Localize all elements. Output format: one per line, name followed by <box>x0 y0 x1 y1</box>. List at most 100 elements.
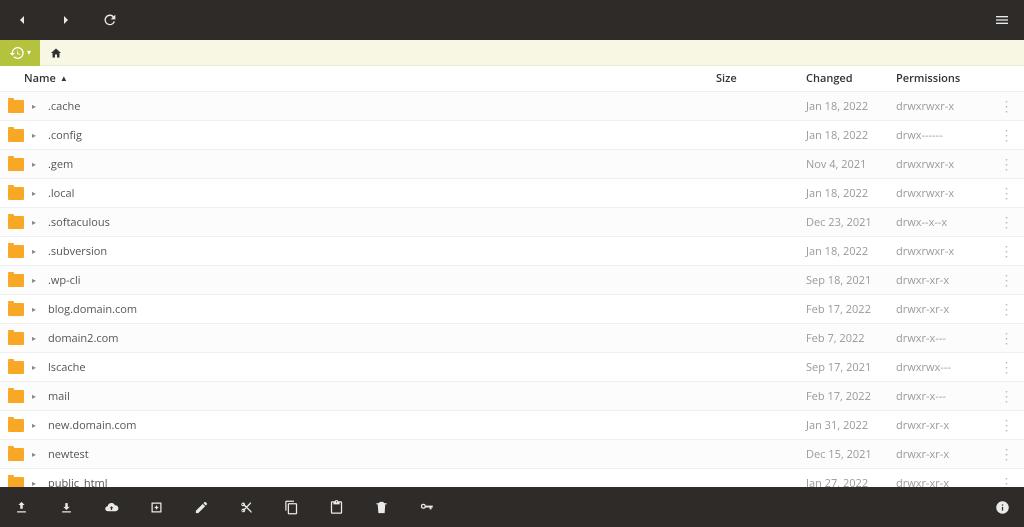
new-item-button[interactable] <box>149 500 164 515</box>
name-cell: ▸ newtest <box>8 447 716 462</box>
table-row[interactable]: ▸ .config Jan 18, 2022drwx------⋮ <box>0 121 1024 150</box>
expand-caret-icon[interactable]: ▸ <box>32 188 40 199</box>
file-name[interactable]: new.domain.com <box>48 418 136 433</box>
file-name[interactable]: newtest <box>48 447 89 462</box>
table-row[interactable]: ▸.wp-cliSep 18, 2021drwxr-xr-x⋮ <box>0 266 1024 295</box>
row-actions-button[interactable]: ⋮ <box>996 97 1016 116</box>
row-actions-button[interactable]: ⋮ <box>996 126 1016 145</box>
name-cell: ▸ .local <box>8 186 716 201</box>
row-actions-button[interactable]: ⋮ <box>996 329 1016 348</box>
table-row[interactable]: ▸.cacheJan 18, 2022drwxrwxr-x⋮ <box>0 92 1024 121</box>
expand-caret-icon[interactable]: ▸ <box>32 449 40 460</box>
expand-caret-icon[interactable]: ▸ <box>32 420 40 431</box>
file-name[interactable]: .gem <box>48 157 73 172</box>
download-button[interactable] <box>59 500 74 515</box>
permissions-button[interactable] <box>419 500 434 515</box>
file-name[interactable]: .subversion <box>48 244 107 259</box>
file-name[interactable]: mail <box>48 389 70 404</box>
expand-caret-icon[interactable]: ▸ <box>32 478 40 488</box>
row-actions-button[interactable]: ⋮ <box>996 358 1016 377</box>
folder-icon <box>8 477 24 488</box>
folder-icon <box>8 448 24 461</box>
back-button[interactable] <box>10 8 34 32</box>
cut-button[interactable] <box>239 500 254 515</box>
changed-cell: Jan 18, 2022 <box>806 128 896 143</box>
file-name[interactable]: .softaculous <box>48 215 110 230</box>
folder-icon <box>8 187 24 200</box>
file-name[interactable]: .wp-cli <box>48 273 81 288</box>
cloud-upload-button[interactable] <box>104 500 119 515</box>
header-name[interactable]: Name ▲ <box>8 71 716 86</box>
table-row[interactable]: ▸.localJan 18, 2022drwxrwxr-x⋮ <box>0 179 1024 208</box>
table-row[interactable]: ▸.softaculousDec 23, 2021drwx--x--x⋮ <box>0 208 1024 237</box>
expand-caret-icon[interactable]: ▸ <box>32 101 40 112</box>
table-row[interactable]: ▸new.domain.comJan 31, 2022drwxr-xr-x⋮ <box>0 411 1024 440</box>
expand-caret-icon[interactable]: ▸ <box>32 217 40 228</box>
table-row[interactable]: ▸.gemNov 4, 2021drwxrwxr-x⋮ <box>0 150 1024 179</box>
table-row[interactable]: ▸mailFeb 17, 2022drwxr-x---⋮ <box>0 382 1024 411</box>
expand-caret-icon[interactable]: ▸ <box>32 333 40 344</box>
name-cell: ▸ .softaculous <box>8 215 716 230</box>
expand-caret-icon[interactable]: ▸ <box>32 391 40 402</box>
file-list: ▸.cacheJan 18, 2022drwxrwxr-x⋮▸.configJa… <box>0 92 1024 487</box>
row-actions-button[interactable]: ⋮ <box>996 271 1016 290</box>
menu-button[interactable] <box>990 8 1014 32</box>
row-actions-button[interactable]: ⋮ <box>996 242 1016 261</box>
row-actions-button[interactable]: ⋮ <box>996 474 1016 488</box>
header-permissions-label: Permissions <box>896 71 960 86</box>
row-actions-button[interactable]: ⋮ <box>996 155 1016 174</box>
permissions-cell: drwxr-xr-x <box>896 447 996 462</box>
expand-caret-icon[interactable]: ▸ <box>32 304 40 315</box>
row-actions-button[interactable]: ⋮ <box>996 416 1016 435</box>
header-size[interactable]: Size <box>716 71 806 86</box>
home-breadcrumb[interactable] <box>40 42 72 64</box>
table-row[interactable]: ▸.subversionJan 18, 2022drwxrwxr-x⋮ <box>0 237 1024 266</box>
changed-cell: Dec 23, 2021 <box>806 215 896 230</box>
row-actions-button[interactable]: ⋮ <box>996 300 1016 319</box>
table-row[interactable]: ▸newtestDec 15, 2021drwxr-xr-x⋮ <box>0 440 1024 469</box>
paste-button[interactable] <box>329 500 344 515</box>
expand-caret-icon[interactable]: ▸ <box>32 159 40 170</box>
file-name[interactable]: .local <box>48 186 74 201</box>
folder-icon <box>8 158 24 171</box>
table-row[interactable]: ▸domain2.comFeb 7, 2022drwxr-x---⋮ <box>0 324 1024 353</box>
expand-caret-icon[interactable]: ▸ <box>32 275 40 286</box>
file-name[interactable]: public_html <box>48 476 107 488</box>
refresh-button[interactable] <box>98 8 122 32</box>
file-name[interactable]: domain2.com <box>48 331 118 346</box>
file-name[interactable]: .config <box>48 128 82 143</box>
changed-cell: Feb 17, 2022 <box>806 389 896 404</box>
permissions-cell: drwxrwx--- <box>896 360 996 375</box>
upload-button[interactable] <box>14 500 29 515</box>
permissions-cell: drwx------ <box>896 128 996 143</box>
edit-button[interactable] <box>194 500 209 515</box>
file-name[interactable]: lscache <box>48 360 86 375</box>
folder-icon <box>8 303 24 316</box>
expand-caret-icon[interactable]: ▸ <box>32 246 40 257</box>
changed-cell: Jan 27, 2022 <box>806 476 896 488</box>
name-cell: ▸ .config <box>8 128 716 143</box>
delete-button[interactable] <box>374 500 389 515</box>
changed-cell: Feb 17, 2022 <box>806 302 896 317</box>
file-name[interactable]: blog.domain.com <box>48 302 137 317</box>
table-row[interactable]: ▸blog.domain.comFeb 17, 2022drwxr-xr-x⋮ <box>0 295 1024 324</box>
forward-button[interactable] <box>54 8 78 32</box>
row-actions-button[interactable]: ⋮ <box>996 213 1016 232</box>
row-actions-button[interactable]: ⋮ <box>996 445 1016 464</box>
row-actions-button[interactable]: ⋮ <box>996 184 1016 203</box>
table-row[interactable]: ▸lscacheSep 17, 2021drwxrwx---⋮ <box>0 353 1024 382</box>
header-permissions[interactable]: Permissions <box>896 71 996 86</box>
copy-button[interactable] <box>284 500 299 515</box>
row-actions-button[interactable]: ⋮ <box>996 387 1016 406</box>
history-dropdown-button[interactable]: ▾ <box>0 40 40 66</box>
table-row[interactable]: ▸public_htmlJan 27, 2022drwxr-xr-x⋮ <box>0 469 1024 487</box>
permissions-cell: drwxrwxr-x <box>896 186 996 201</box>
permissions-cell: drwxr-xr-x <box>896 273 996 288</box>
info-button[interactable] <box>995 500 1010 515</box>
dropdown-caret-icon: ▾ <box>27 47 31 58</box>
expand-caret-icon[interactable]: ▸ <box>32 130 40 141</box>
top-toolbar <box>0 0 1024 40</box>
file-name[interactable]: .cache <box>48 99 80 114</box>
header-changed[interactable]: Changed <box>806 71 896 86</box>
expand-caret-icon[interactable]: ▸ <box>32 362 40 373</box>
